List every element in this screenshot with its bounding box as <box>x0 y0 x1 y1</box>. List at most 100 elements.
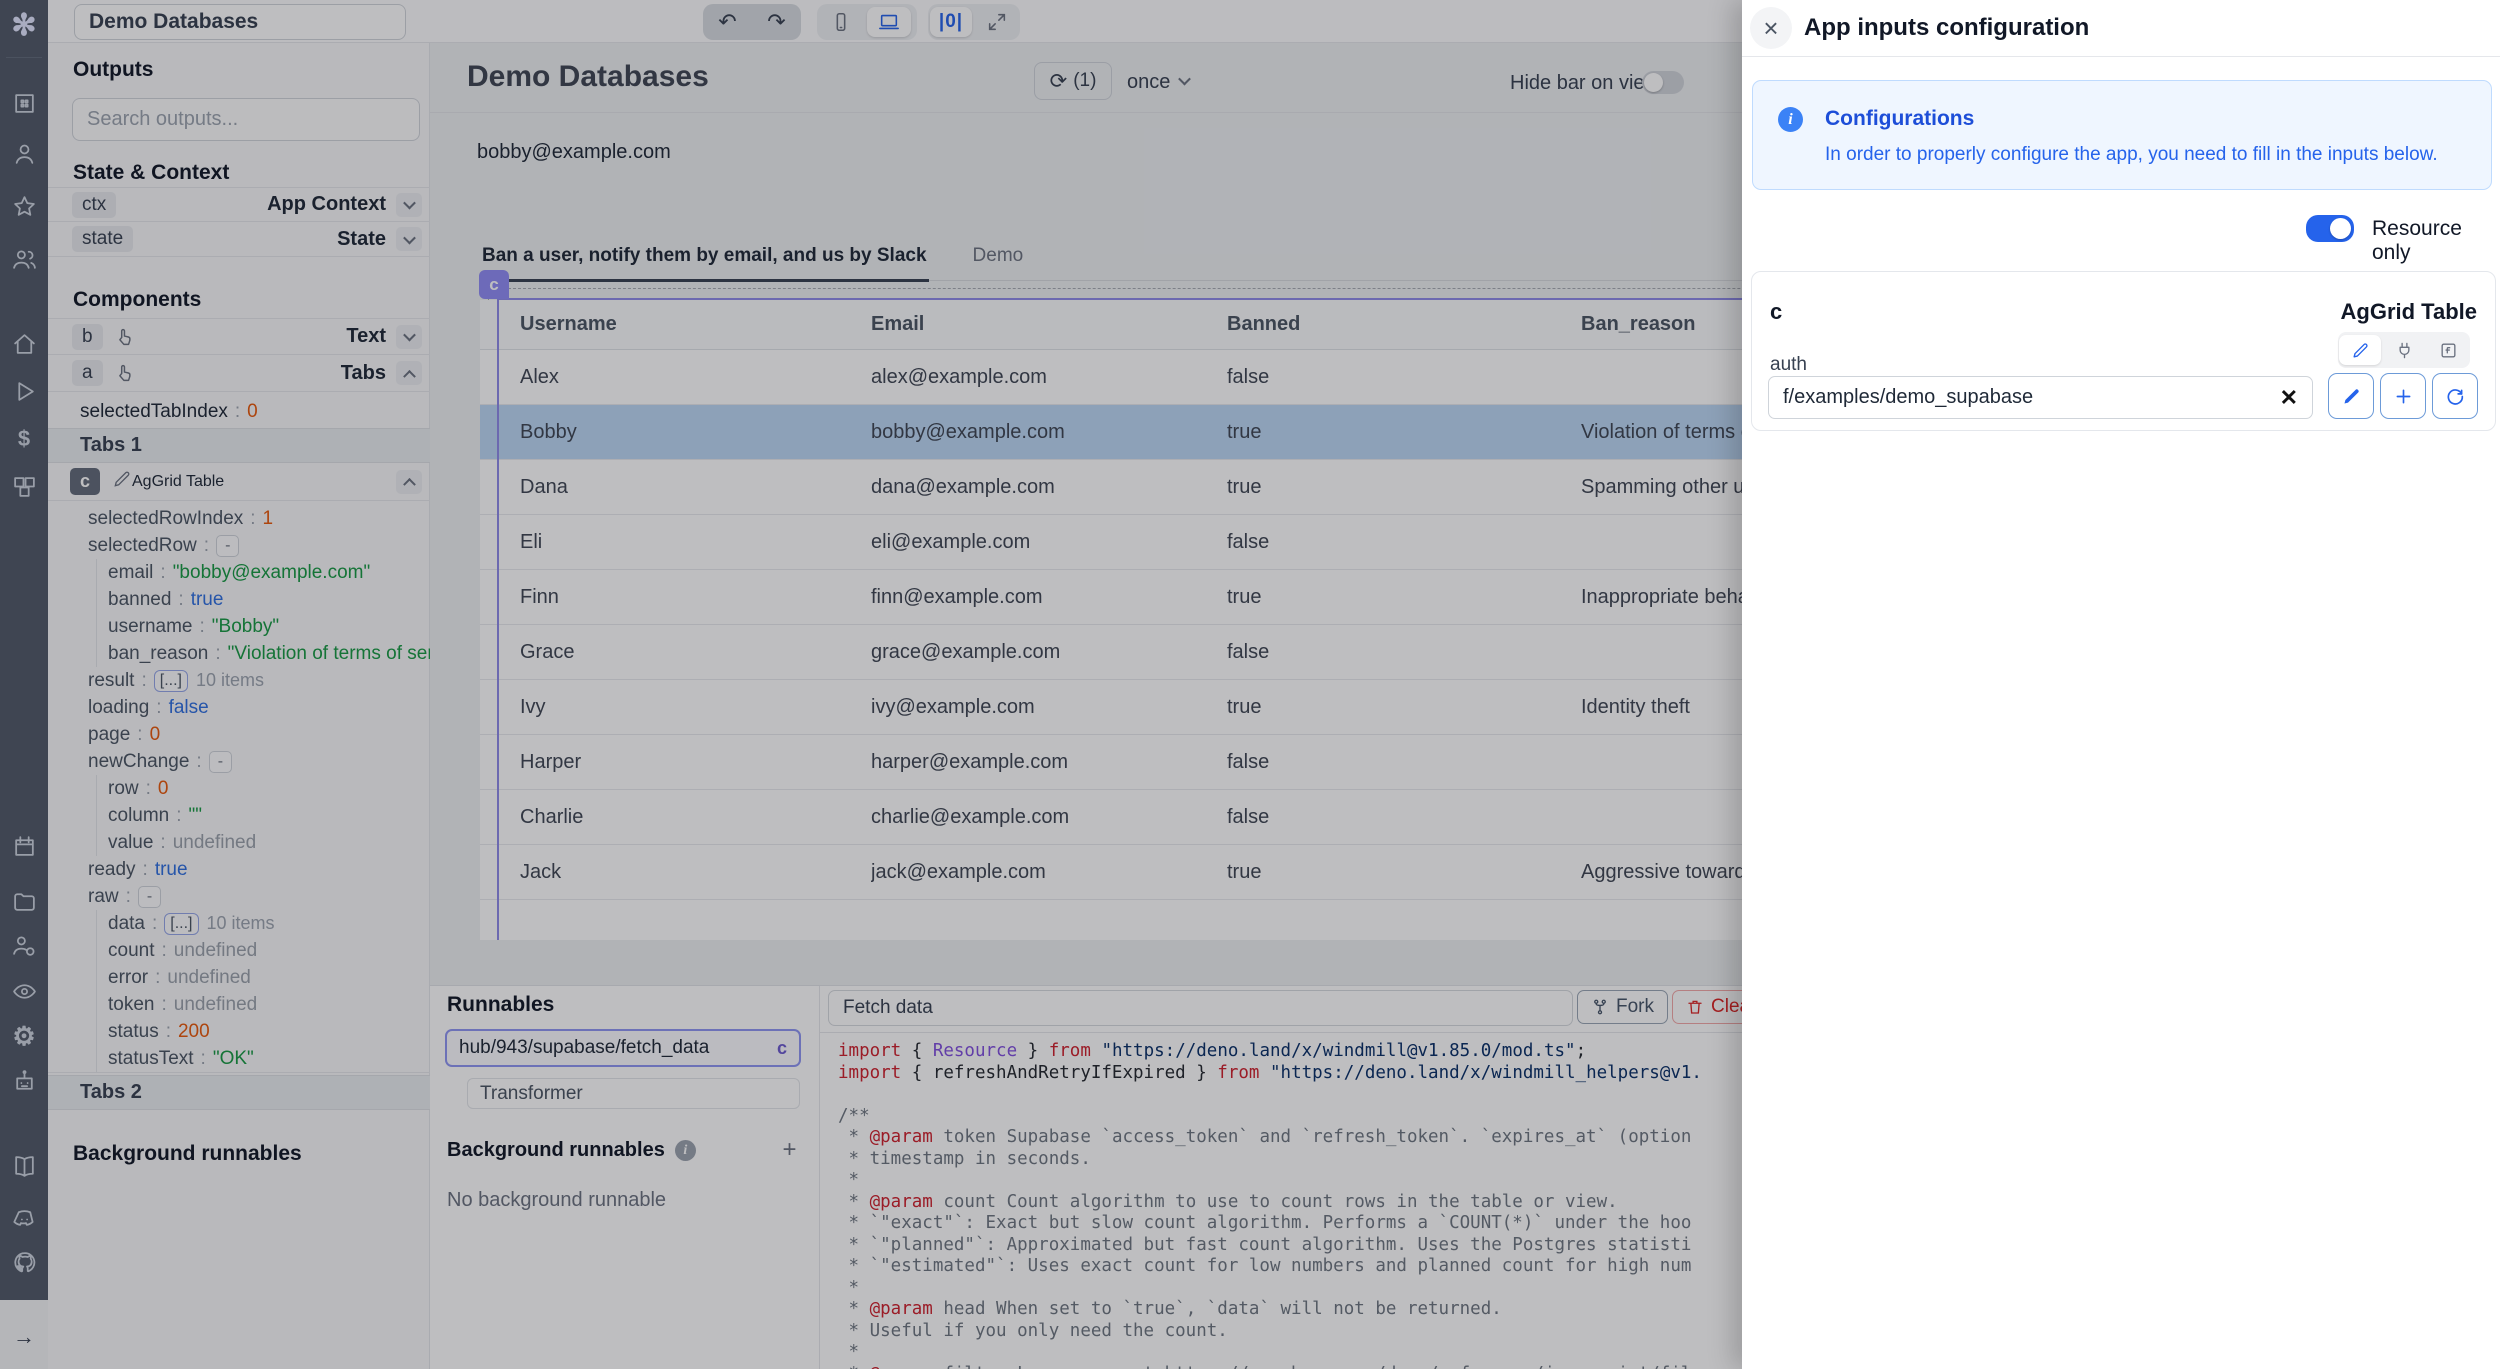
dollar-icon[interactable]: $ <box>0 424 48 454</box>
refresh-resource-button[interactable] <box>2432 373 2478 419</box>
tree-item-statusText[interactable]: statusText:"OK" <box>96 1045 430 1072</box>
tree-item-count[interactable]: count:undefined <box>96 937 430 964</box>
close-icon[interactable]: × <box>1750 7 1792 49</box>
book-icon[interactable] <box>0 1151 48 1181</box>
static-mode-pencil-icon[interactable] <box>2339 335 2381 365</box>
selected-tab-index-row: selectedTabIndex : 0 <box>48 398 430 426</box>
undo-icon[interactable]: ↶ <box>708 9 746 35</box>
arrow-right-icon[interactable]: → <box>0 1322 48 1352</box>
drawer-title: App inputs configuration <box>1804 14 2089 42</box>
state-row-state[interactable]: state State <box>48 222 430 257</box>
star-icon[interactable] <box>0 191 48 221</box>
no-background-runnable-text: No background runnable <box>447 1189 666 1212</box>
input-config-card: c AgGrid Table auth f/examples/demo_supa… <box>1751 271 2496 431</box>
output-tree: selectedRowIndex:1selectedRow:-email:"bo… <box>48 505 430 1072</box>
chevron-down-icon[interactable] <box>396 325 422 349</box>
script-name-input[interactable]: Fetch data <box>828 990 1573 1026</box>
tree-item-raw[interactable]: raw:- <box>88 883 430 910</box>
trash-icon <box>1686 998 1704 1016</box>
gear-icon[interactable]: ⚙ <box>0 1021 48 1051</box>
tree-item-result[interactable]: result:[...]10 items <box>88 667 430 694</box>
component-type: AgGrid Table <box>2341 299 2478 325</box>
github-icon[interactable] <box>0 1247 48 1277</box>
eye-icon[interactable] <box>0 976 48 1006</box>
runnable-item-selected[interactable]: hub/943/supabase/fetch_data c <box>445 1029 801 1067</box>
edit-icon[interactable] <box>100 469 132 494</box>
state-context-title: State & Context <box>73 161 229 185</box>
windmill-logo[interactable]: ✻ <box>0 10 48 40</box>
tree-item-ban_reason[interactable]: ban_reason:"Violation of terms of servic… <box>96 640 430 667</box>
desktop-icon[interactable] <box>867 7 911 37</box>
add-resource-button[interactable] <box>2380 373 2426 419</box>
tree-item-newChange[interactable]: newChange:- <box>88 748 430 775</box>
tree-item-page[interactable]: page:0 <box>88 721 430 748</box>
selected-component-badge[interactable]: c <box>479 270 509 299</box>
tree-item-data[interactable]: data:[...]10 items <box>96 910 430 937</box>
search-outputs-input[interactable] <box>72 98 420 141</box>
tree-divider <box>48 1072 430 1073</box>
device-toggle-group <box>817 4 917 40</box>
play-icon[interactable] <box>0 376 48 406</box>
app-tab-0[interactable]: Ban a user, notify them by email, and us… <box>480 239 929 282</box>
tabs1-section-header[interactable]: Tabs 1 <box>48 428 430 463</box>
runnables-panel: Runnables hub/943/supabase/fetch_data c … <box>430 986 820 1369</box>
tree-item-banned[interactable]: banned:true <box>96 586 430 613</box>
tree-item-selectedRow[interactable]: selectedRow:- <box>88 532 430 559</box>
tree-item-value[interactable]: value:undefined <box>96 829 430 856</box>
mobile-icon[interactable] <box>819 7 863 37</box>
tree-item-ready[interactable]: ready:true <box>88 856 430 883</box>
grid-component-row[interactable]: c AgGrid Table <box>48 463 430 501</box>
collapse-chevron[interactable] <box>396 470 422 494</box>
home-icon[interactable] <box>0 329 48 359</box>
chevron-down-icon[interactable] <box>396 193 422 217</box>
tree-item-username[interactable]: username:"Bobby" <box>96 613 430 640</box>
tree-item-status[interactable]: status:200 <box>96 1018 430 1045</box>
fork-button[interactable]: Fork <box>1577 990 1668 1024</box>
expand-icon[interactable] <box>976 7 1018 37</box>
tree-item-column[interactable]: column:"" <box>96 802 430 829</box>
schedule-mode-dropdown[interactable]: once <box>1127 71 1189 94</box>
tree-item-loading[interactable]: loading:false <box>88 694 430 721</box>
cubes-icon[interactable] <box>0 471 48 501</box>
align-icon[interactable]: |0| <box>930 7 972 37</box>
sidebar-divider <box>6 57 42 58</box>
tree-item-email[interactable]: email:"bobby@example.com" <box>96 559 430 586</box>
grid-icon[interactable] <box>0 88 48 118</box>
sidebar-footer: → <box>0 1300 48 1369</box>
undo-redo-group: ↶ ↷ <box>703 4 801 40</box>
app-tab-1[interactable]: Demo <box>971 239 1026 280</box>
user-icon[interactable] <box>0 139 48 169</box>
refresh-button[interactable]: ⟳ (1) <box>1034 62 1112 100</box>
edit-resource-button[interactable] <box>2328 373 2374 419</box>
robot-icon[interactable] <box>0 1066 48 1096</box>
resource-path-input[interactable]: f/examples/demo_supabase ✕ <box>1768 376 2313 419</box>
users-cog-icon[interactable] <box>0 930 48 960</box>
chevron-up-icon[interactable] <box>396 361 422 385</box>
connect-mode-plug-icon[interactable] <box>2383 335 2425 365</box>
component-id-chip: a <box>72 360 103 386</box>
folder-icon[interactable] <box>0 886 48 916</box>
tabs2-section-header[interactable]: Tabs 2 <box>48 1075 430 1110</box>
calendar-icon[interactable] <box>0 831 48 861</box>
redo-icon[interactable]: ↷ <box>757 9 795 35</box>
component-row-a[interactable]: a Tabs <box>48 355 430 392</box>
add-background-runnable-button[interactable]: + <box>776 1136 803 1163</box>
discord-icon[interactable] <box>0 1203 48 1233</box>
text-component: bobby@example.com <box>477 141 671 164</box>
chevron-down-icon[interactable] <box>396 227 422 251</box>
component-type-label: Tabs <box>341 362 386 385</box>
tree-item-selectedRowIndex[interactable]: selectedRowIndex:1 <box>88 505 430 532</box>
transformer-item[interactable]: Transformer <box>467 1078 800 1109</box>
app-name-input[interactable] <box>74 4 406 40</box>
tree-item-row[interactable]: row:0 <box>96 775 430 802</box>
component-row-b[interactable]: b Text <box>48 318 430 355</box>
tree-item-token[interactable]: token:undefined <box>96 991 430 1018</box>
state-row-ctx[interactable]: ctx App Context <box>48 187 430 222</box>
hide-bar-toggle[interactable] <box>1642 71 1684 94</box>
users-icon[interactable] <box>0 244 48 274</box>
tree-item-error[interactable]: error:undefined <box>96 964 430 991</box>
sidebar: ✻ $ ⚙ <box>0 0 48 1300</box>
clear-input-icon[interactable]: ✕ <box>2280 385 2298 411</box>
resource-only-toggle[interactable] <box>2306 215 2354 242</box>
eval-mode-fx-icon[interactable] <box>2427 335 2469 365</box>
